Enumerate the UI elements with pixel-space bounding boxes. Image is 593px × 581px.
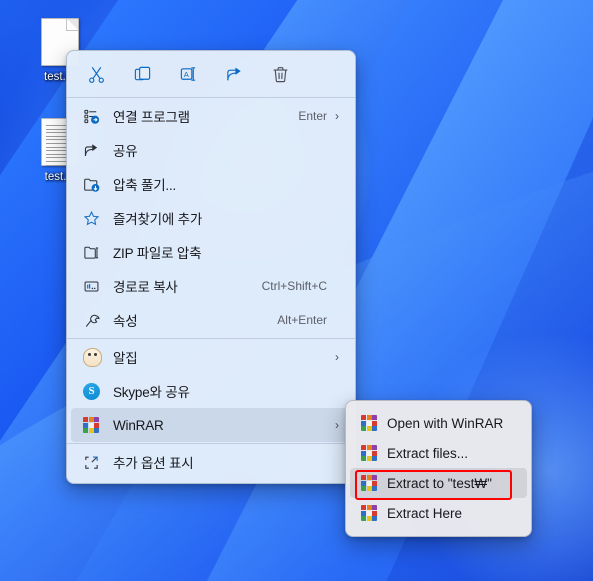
winrar-icon <box>361 473 379 493</box>
svg-text:A: A <box>183 69 189 78</box>
menu-item-copy-as-path[interactable]: 경로로 복사 Ctrl+Shift+C <box>71 269 351 303</box>
submenu-item-label: Extract Here <box>387 505 463 521</box>
context-menu-toolbar: A <box>67 54 355 96</box>
menu-item-label: 속성 <box>113 314 138 329</box>
alzip-icon <box>83 347 109 367</box>
extract-folder-icon <box>83 174 109 194</box>
menu-item-label: 추가 옵션 표시 <box>113 456 194 471</box>
menu-item-label: 경로로 복사 <box>113 280 178 295</box>
copy-path-icon <box>83 276 109 296</box>
menu-item-add-to-favorites[interactable]: 즐겨찾기에 추가 <box>71 201 351 235</box>
menu-item-winrar[interactable]: WinRAR › <box>71 408 351 442</box>
menu-item-show-more-options[interactable]: 추가 옵션 표시 <box>71 445 351 479</box>
menu-item-accelerator: Ctrl+Shift+C <box>261 279 327 293</box>
menu-item-label: ZIP 파일로 압축 <box>113 246 202 261</box>
menu-item-label: 알집 <box>113 351 138 366</box>
menu-item-extract-all[interactable]: 압축 풀기... <box>71 167 351 201</box>
delete-button[interactable] <box>257 58 303 90</box>
share-button[interactable] <box>211 58 257 90</box>
submenu-item-label: Extract files... <box>387 445 469 461</box>
wrench-icon <box>83 310 109 330</box>
menu-separator <box>67 338 355 339</box>
menu-item-accelerator: Alt+Enter <box>277 313 327 327</box>
submenu-item-extract-files[interactable]: Extract files... <box>350 438 527 468</box>
winrar-icon <box>361 503 379 523</box>
cut-button[interactable] <box>73 58 119 90</box>
menu-item-share[interactable]: 공유 <box>71 133 351 167</box>
menu-item-alzip[interactable]: 알집 › <box>71 340 351 374</box>
submenu-item-extract-here[interactable]: Extract Here <box>350 498 527 528</box>
menu-item-label: 압축 풀기... <box>113 178 177 193</box>
menu-item-properties[interactable]: 속성 Alt+Enter <box>71 303 351 337</box>
menu-item-open-with[interactable]: 연결 프로그램 Enter › <box>71 99 351 133</box>
winrar-icon <box>83 415 109 435</box>
chevron-right-icon: › <box>335 109 339 123</box>
skype-icon: S <box>83 381 109 401</box>
submenu-item-open-with-winrar[interactable]: Open with WinRAR <box>350 408 527 438</box>
rename-button[interactable]: A <box>165 58 211 90</box>
submenu-item-label: Open with WinRAR <box>387 415 504 431</box>
copy-button[interactable] <box>119 58 165 90</box>
open-with-icon <box>83 106 109 126</box>
more-options-icon <box>83 452 109 472</box>
menu-item-compress-to-zip[interactable]: ZIP 파일로 압축 <box>71 235 351 269</box>
winrar-icon <box>361 443 379 463</box>
menu-item-label: 공유 <box>113 144 138 159</box>
chevron-right-icon: › <box>335 350 339 364</box>
menu-item-label: 연결 프로그램 <box>113 110 190 125</box>
star-icon <box>83 208 109 228</box>
share-icon <box>83 140 109 160</box>
menu-separator <box>67 443 355 444</box>
context-menu: A 연결 프로그램 Enter › 공유 압축 풀기... 즐겨찾기에 추가 Z… <box>66 50 356 484</box>
winrar-submenu: Open with WinRAR Extract files... Extrac… <box>345 400 532 537</box>
submenu-item-label: Extract to "test₩" <box>387 475 492 491</box>
zip-icon <box>83 242 109 262</box>
menu-item-label: WinRAR <box>113 417 164 433</box>
winrar-icon <box>361 413 379 433</box>
menu-item-share-with-skype[interactable]: S Skype와 공유 <box>71 374 351 408</box>
menu-separator <box>67 97 355 98</box>
menu-item-label: 즐겨찾기에 추가 <box>113 212 203 227</box>
menu-item-label: Skype와 공유 <box>113 385 190 400</box>
chevron-right-icon: › <box>335 418 339 432</box>
submenu-item-extract-to-test[interactable]: Extract to "test₩" <box>350 468 527 498</box>
